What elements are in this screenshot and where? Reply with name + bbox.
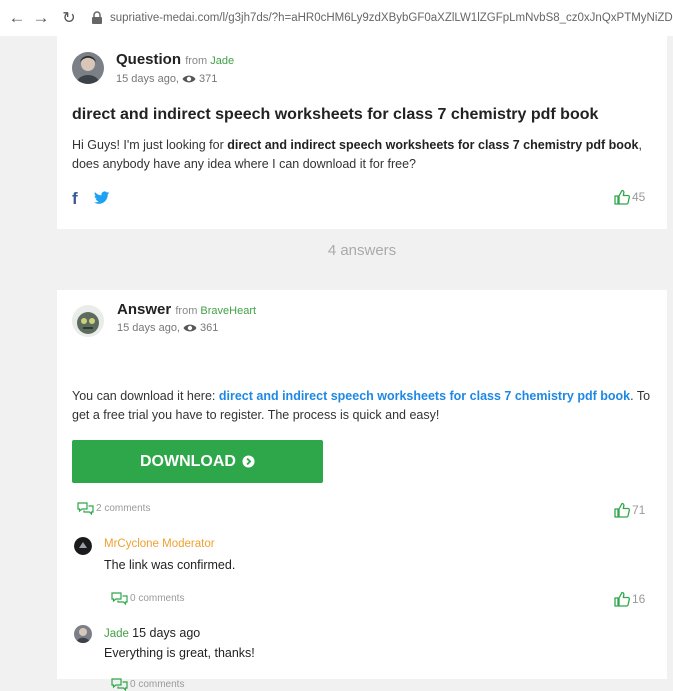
- answer-card: Answer from BraveHeart 15 days ago, 361 …: [57, 290, 667, 691]
- question-views: 371: [199, 73, 218, 85]
- lock-icon: [92, 11, 102, 24]
- question-meta: 15 days ago, 371: [116, 73, 217, 85]
- answer-comments-label: 2 comments: [96, 503, 151, 514]
- question-author[interactable]: Jade: [210, 55, 234, 67]
- forward-arrow-icon[interactable]: →: [30, 7, 52, 29]
- answer-download-link[interactable]: direct and indirect speech worksheets fo…: [219, 389, 630, 403]
- comment-author[interactable]: MrCyclone Moderator: [104, 538, 215, 550]
- answer-views: 361: [200, 322, 219, 334]
- answer-text: You can download it here: direct and ind…: [72, 387, 657, 425]
- answer-label: Answer: [117, 301, 172, 318]
- from-text: from: [175, 305, 198, 317]
- question-like-button[interactable]: 45: [614, 189, 645, 205]
- answer-age: 15 days ago,: [117, 322, 180, 334]
- thumbs-up-icon: [614, 189, 630, 205]
- back-arrow-icon[interactable]: ←: [6, 7, 28, 29]
- question-title: direct and indirect speech worksheets fo…: [72, 106, 599, 123]
- answer-author[interactable]: BraveHeart: [200, 305, 256, 317]
- comment-author-name: MrCyclone Moderator: [104, 538, 215, 550]
- eye-icon: [183, 324, 197, 332]
- answer-likes-count: 71: [632, 503, 646, 517]
- answer-meta: 15 days ago, 361: [117, 322, 218, 334]
- address-bar[interactable]: supriative-medai.com/l/g3jh7ds/?h=aHR0cH…: [90, 5, 673, 31]
- from-text-wrap: from Jade: [185, 55, 234, 67]
- answer-text-prefix: You can download it here:: [72, 389, 219, 403]
- question-body-prefix: Hi Guys! I'm just looking for: [72, 138, 228, 152]
- reload-icon[interactable]: ↻: [58, 7, 80, 29]
- facebook-icon[interactable]: f: [72, 189, 78, 209]
- download-button[interactable]: DOWNLOAD: [72, 440, 323, 483]
- comment-replies-link[interactable]: 0 comments: [111, 592, 184, 605]
- question-body-bold: direct and indirect speech worksheets fo…: [227, 138, 639, 152]
- avatar: [74, 537, 92, 555]
- comment-author-name: Jade: [104, 628, 129, 640]
- browser-toolbar: ← → ↻ supriative-medai.com/l/g3jh7ds/?h=…: [0, 0, 673, 36]
- avatar: [72, 305, 104, 337]
- comments-icon: [111, 678, 128, 691]
- answer-heading: Answer from BraveHeart: [117, 301, 256, 318]
- from-text-wrap: from BraveHeart: [175, 305, 256, 317]
- question-label: Question: [116, 51, 182, 68]
- comment-replies-link[interactable]: 0 comments: [111, 678, 184, 691]
- answers-count: 4 answers: [327, 242, 397, 259]
- comment-date: 15 days ago: [132, 626, 201, 640]
- thumbs-up-icon: [614, 502, 630, 518]
- twitter-icon[interactable]: [94, 191, 110, 205]
- comments-icon: [111, 592, 128, 605]
- comment-text: Everything is great, thanks!: [104, 646, 255, 660]
- comment-replies-label: 0 comments: [130, 593, 185, 604]
- thumbs-up-icon: [614, 591, 630, 607]
- comment-author[interactable]: Jade 15 days ago: [104, 626, 200, 640]
- url-text: supriative-medai.com/l/g3jh7ds/?h=aHR0cH…: [110, 12, 673, 24]
- question-likes-count: 45: [632, 190, 646, 204]
- eye-icon: [182, 75, 196, 83]
- comment-likes-count: 16: [632, 592, 646, 606]
- comment-text: The link was confirmed.: [104, 558, 236, 572]
- arrow-circle-right-icon: [242, 455, 255, 468]
- avatar: [72, 52, 104, 84]
- question-heading: Question from Jade: [116, 51, 234, 68]
- question-body: Hi Guys! I'm just looking for direct and…: [72, 136, 662, 174]
- comments-icon: [77, 502, 94, 515]
- download-label: DOWNLOAD: [140, 452, 236, 470]
- question-card: Question from Jade 15 days ago, 371 dire…: [57, 36, 667, 229]
- avatar: [74, 625, 92, 643]
- question-age: 15 days ago,: [116, 73, 179, 85]
- answer-comments-link[interactable]: 2 comments: [77, 502, 150, 515]
- page-content: Question from Jade 15 days ago, 371 dire…: [0, 36, 673, 691]
- answer-like-button[interactable]: 71: [614, 502, 645, 518]
- from-text: from: [185, 55, 208, 67]
- comment-replies-label: 0 comments: [130, 679, 185, 690]
- comment-like-button[interactable]: 16: [614, 591, 645, 607]
